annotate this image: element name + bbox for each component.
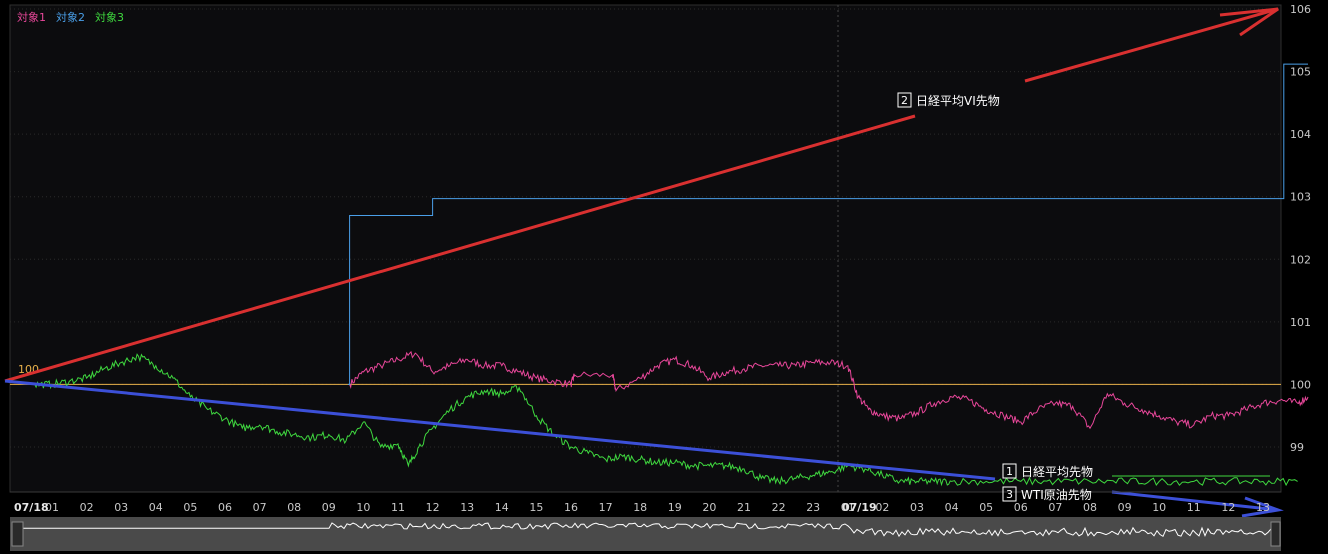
x-tick-17: 18 [633, 501, 647, 514]
y-tick-106: 106 [1290, 3, 1311, 16]
annotation-num-1: 1 [1006, 465, 1013, 478]
x-tick-22: 23 [806, 501, 820, 514]
chart: 100 99100101102103104105106 01 02 03 04 05 06… [0, 0, 1328, 554]
navigator[interactable] [10, 517, 1281, 551]
x-tick-34: 12 [1221, 501, 1235, 514]
x-tick-30: 08 [1083, 501, 1097, 514]
y-tick-103: 103 [1290, 191, 1311, 204]
x-tick-11: 12 [426, 501, 440, 514]
legend-item-2[interactable]: 対象2 [56, 10, 85, 24]
x-tick-6: 07 [253, 501, 267, 514]
date-label-1: 07/18 [14, 501, 49, 514]
legend-item-3[interactable]: 対象3 [95, 10, 124, 24]
navigator-background [10, 517, 1281, 551]
x-tick-19: 20 [702, 501, 716, 514]
annotation-num-3: 3 [1006, 488, 1013, 501]
legend-item-1[interactable]: 対象1 [17, 10, 46, 24]
x-tick-25: 03 [910, 501, 924, 514]
x-tick-28: 06 [1014, 501, 1028, 514]
x-tick-26: 04 [945, 501, 959, 514]
plot-area [9, 4, 1282, 493]
y-tick-102: 102 [1290, 253, 1311, 266]
x-tick-32: 10 [1152, 501, 1166, 514]
x-tick-12: 13 [460, 501, 474, 514]
navigator-handle-left[interactable] [11, 521, 24, 547]
y-tick-105: 105 [1290, 66, 1311, 79]
x-tick-8: 09 [322, 501, 336, 514]
x-tick-33: 11 [1187, 501, 1201, 514]
date-label-2: 07/19 [842, 501, 877, 514]
x-tick-27: 05 [979, 501, 993, 514]
x-tick-5: 06 [218, 501, 232, 514]
y-tick-101: 101 [1290, 316, 1311, 329]
x-tick-3: 04 [149, 501, 163, 514]
annotation-label-3: WTI原油先物 [1021, 488, 1092, 502]
x-tick-9: 10 [356, 501, 370, 514]
x-tick-31: 09 [1118, 501, 1132, 514]
x-tick-21: 22 [772, 501, 786, 514]
x-tick-10: 11 [391, 501, 405, 514]
x-tick-15: 16 [564, 501, 578, 514]
y-tick-99: 99 [1290, 441, 1304, 454]
x-tick-7: 08 [287, 501, 301, 514]
x-tick-35: 13 [1256, 501, 1270, 514]
annotation-label-1: 日経平均先物 [1021, 465, 1093, 479]
x-tick-2: 03 [114, 501, 128, 514]
x-tick-4: 05 [183, 501, 197, 514]
x-tick-29: 07 [1048, 501, 1062, 514]
annotation-num-2: 2 [901, 94, 908, 107]
x-tick-14: 15 [529, 501, 543, 514]
x-tick-24: 02 [875, 501, 889, 514]
legend: 対象1 対象2 対象3 [17, 10, 124, 24]
x-tick-16: 17 [599, 501, 613, 514]
annotation-label-2: 日経平均VI先物 [916, 94, 1000, 108]
navigator-handle-right[interactable] [1270, 521, 1281, 547]
x-tick-13: 14 [495, 501, 509, 514]
x-tick-18: 19 [668, 501, 682, 514]
y-tick-104: 104 [1290, 128, 1311, 141]
x-tick-20: 21 [737, 501, 751, 514]
y-tick-100: 100 [1290, 378, 1311, 391]
x-tick-1: 02 [80, 501, 94, 514]
